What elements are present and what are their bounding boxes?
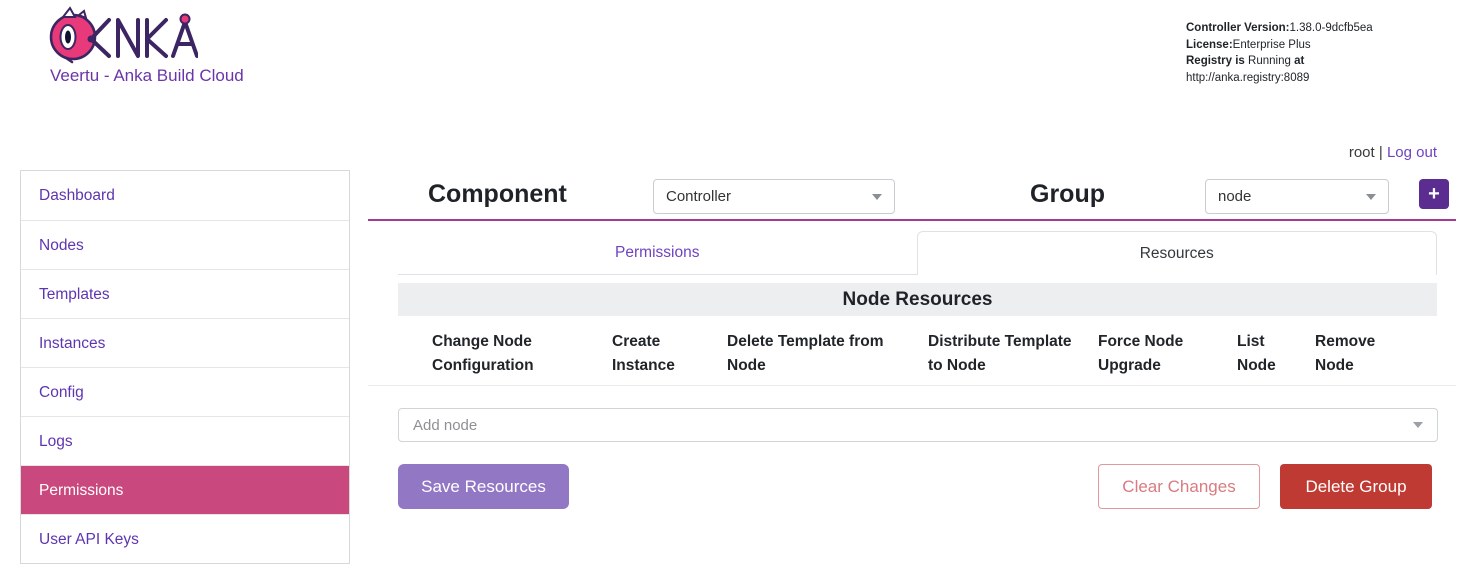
column-create-instance: Create Instance xyxy=(612,330,692,378)
tab-resources[interactable]: Resources xyxy=(917,231,1438,275)
controller-version-value: 1.38.0-9dcfb5ea xyxy=(1290,22,1373,34)
logout-link[interactable]: Log out xyxy=(1387,144,1437,161)
registry-prefix: Registry is xyxy=(1186,55,1245,67)
registry-status: Running xyxy=(1248,55,1291,67)
license-label: License: xyxy=(1186,39,1233,51)
session-user: root xyxy=(1349,144,1375,161)
add-node-placeholder: Add node xyxy=(413,417,1405,434)
page: Veertu - Anka Build Cloud Controller Ver… xyxy=(0,0,1476,584)
chevron-down-icon xyxy=(872,194,882,200)
component-select[interactable]: Controller xyxy=(653,179,895,214)
group-heading: Group xyxy=(1030,180,1105,209)
component-select-value: Controller xyxy=(666,188,864,205)
group-select[interactable]: node xyxy=(1205,179,1389,214)
header-divider xyxy=(368,219,1456,221)
delete-group-button[interactable]: Delete Group xyxy=(1280,464,1432,509)
permissions-resources-tabs: Permissions Resources xyxy=(398,231,1437,275)
anka-logo xyxy=(46,6,198,69)
controller-version-line: Controller Version:1.38.0-9dcfb5ea xyxy=(1186,20,1373,37)
resource-column-headers: Change Node Configuration Create Instanc… xyxy=(398,330,1437,378)
sidebar-item-instances[interactable]: Instances xyxy=(21,318,349,367)
chevron-down-icon xyxy=(1366,194,1376,200)
save-resources-button[interactable]: Save Resources xyxy=(398,464,569,509)
column-list-node: List Node xyxy=(1237,330,1287,378)
license-line: License:Enterprise Plus xyxy=(1186,37,1373,54)
clear-changes-button[interactable]: Clear Changes xyxy=(1098,464,1260,509)
session-separator: | xyxy=(1379,144,1383,161)
group-select-value: node xyxy=(1218,188,1358,205)
sidebar-item-logs[interactable]: Logs xyxy=(21,416,349,465)
sidebar-item-config[interactable]: Config xyxy=(21,367,349,416)
component-heading: Component xyxy=(428,180,567,209)
content-divider xyxy=(368,385,1456,386)
sidebar: Dashboard Nodes Templates Instances Conf… xyxy=(20,170,350,564)
registry-url: http://anka.registry:8089 xyxy=(1186,70,1373,87)
column-force-node-upgrade: Force Node Upgrade xyxy=(1098,330,1208,378)
controller-version-label: Controller Version: xyxy=(1186,22,1290,34)
sidebar-item-permissions[interactable]: Permissions xyxy=(21,465,349,514)
sidebar-item-templates[interactable]: Templates xyxy=(21,269,349,318)
column-change-node-configuration: Change Node Configuration xyxy=(432,330,582,378)
add-group-button[interactable]: + xyxy=(1419,179,1449,209)
license-value: Enterprise Plus xyxy=(1233,39,1311,51)
sidebar-item-dashboard[interactable]: Dashboard xyxy=(21,171,349,220)
anka-logo-icon xyxy=(46,6,198,64)
registry-at: at xyxy=(1294,55,1304,67)
brand-subtitle: Veertu - Anka Build Cloud xyxy=(50,66,244,86)
node-resources-title: Node Resources xyxy=(398,283,1437,316)
registry-line: Registry is Running at xyxy=(1186,53,1373,70)
system-info: Controller Version:1.38.0-9dcfb5ea Licen… xyxy=(1186,20,1373,86)
column-remove-node: Remove Node xyxy=(1315,330,1395,378)
sidebar-item-user-api-keys[interactable]: User API Keys xyxy=(21,514,349,563)
tab-permissions[interactable]: Permissions xyxy=(398,231,917,275)
column-distribute-template-to-node: Distribute Template to Node xyxy=(928,330,1088,378)
sidebar-item-nodes[interactable]: Nodes xyxy=(21,220,349,269)
session-bar: root | Log out xyxy=(1190,144,1437,161)
chevron-down-icon xyxy=(1413,422,1423,428)
add-node-select[interactable]: Add node xyxy=(398,408,1438,442)
column-delete-template-from-node: Delete Template from Node xyxy=(727,330,887,378)
